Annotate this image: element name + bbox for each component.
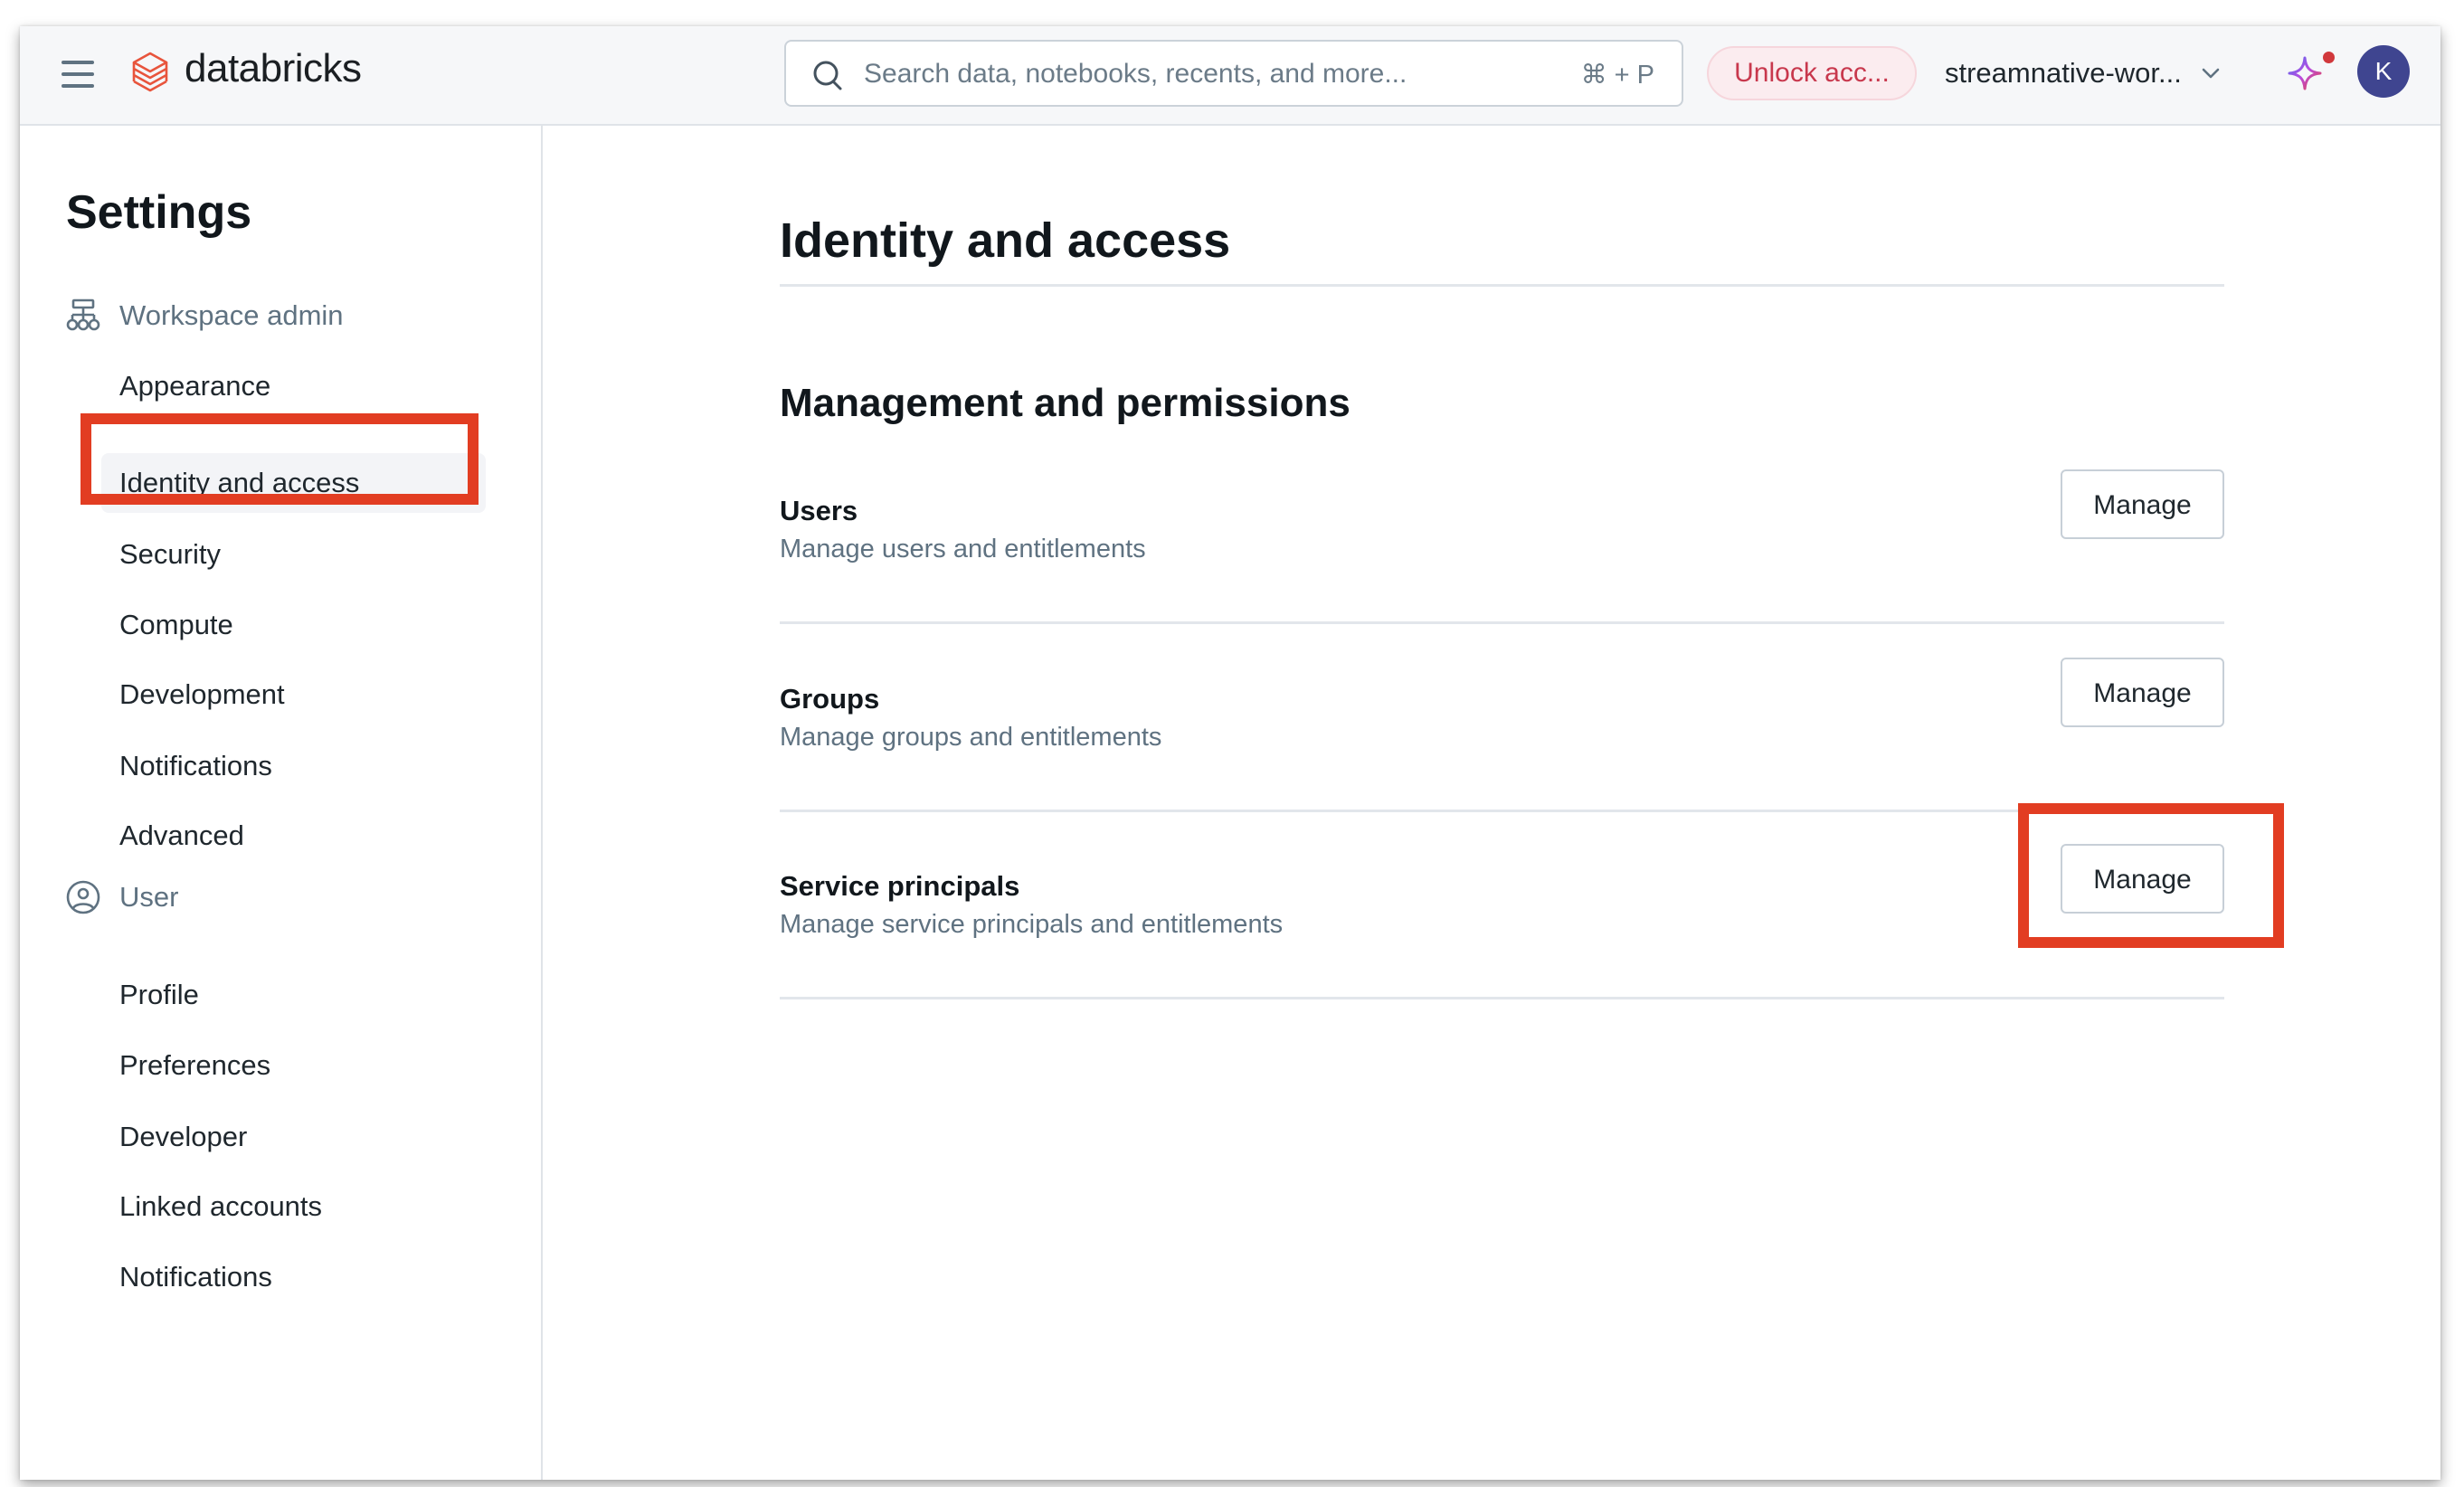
top-bar: databricks Search data, notebooks, recen… [20, 26, 2440, 126]
sidebar-item-user-notifications[interactable]: Notifications [101, 1247, 486, 1307]
settings-title: Settings [66, 186, 252, 239]
sidebar-item-security[interactable]: Security [101, 525, 486, 584]
row-divider [780, 997, 2224, 999]
service-principals-row-description: Manage service principals and entitlemen… [780, 910, 1284, 939]
sidebar-item-identity-and-access[interactable]: Identity and access [101, 453, 486, 513]
user-avatar[interactable]: K [2357, 45, 2410, 98]
workspace-name: streamnative-wor... [1945, 57, 2182, 89]
user-circle-icon [66, 880, 100, 914]
manage-groups-button[interactable]: Manage [2061, 658, 2224, 727]
sidebar-item-developer[interactable]: Developer [101, 1107, 486, 1167]
search-placeholder: Search data, notebooks, recents, and mor… [864, 59, 1407, 89]
workspace-switcher[interactable]: streamnative-wor... [1945, 46, 2220, 100]
main-content: Identity and access Management and permi… [543, 126, 2440, 1480]
section-workspace-admin: Workspace admin [65, 296, 344, 336]
assistant-sparkle-icon[interactable] [2287, 55, 2323, 91]
row-divider [780, 810, 2224, 812]
sidebar-item-workspace-notifications[interactable]: Notifications [101, 736, 486, 796]
service-principals-row-title: Service principals [780, 870, 1020, 902]
sidebar-item-linked-accounts[interactable]: Linked accounts [101, 1177, 486, 1236]
manage-users-button[interactable]: Manage [2061, 469, 2224, 539]
manage-service-principals-button[interactable]: Manage [2061, 844, 2224, 914]
databricks-logo-icon [132, 52, 168, 92]
section-title: Management and permissions [780, 381, 1350, 425]
workspace-admin-hierarchy-icon [66, 298, 100, 331]
unlock-access-button[interactable]: Unlock acc... [1707, 46, 1917, 100]
groups-row-description: Manage groups and entitlements [780, 723, 1162, 752]
search-icon [813, 61, 842, 90]
section-label: User [119, 881, 179, 913]
section-user: User [65, 877, 178, 917]
sidebar-item-profile[interactable]: Profile [101, 965, 486, 1025]
section-label: Workspace admin [119, 299, 344, 331]
notification-dot [2323, 52, 2335, 63]
browser-window: databricks Search data, notebooks, recen… [20, 26, 2440, 1480]
sidebar-item-advanced[interactable]: Advanced [101, 806, 486, 866]
groups-row-title: Groups [780, 683, 880, 715]
settings-sidebar: Settings Workspace admin Appearance Iden… [20, 126, 543, 1480]
users-row-title: Users [780, 495, 858, 526]
sidebar-item-preferences[interactable]: Preferences [101, 1036, 486, 1095]
search-shortcut-hint: ⌘ + P [1580, 61, 1654, 90]
sidebar-item-compute[interactable]: Compute [101, 595, 486, 655]
search-input[interactable]: Search data, notebooks, recents, and mor… [784, 40, 1683, 107]
chevron-down-icon [2202, 68, 2220, 79]
brand-name[interactable]: databricks [185, 46, 362, 91]
users-row-description: Manage users and entitlements [780, 535, 1146, 564]
hamburger-menu-icon[interactable] [62, 61, 94, 88]
title-divider [780, 284, 2224, 287]
sidebar-item-development[interactable]: Development [101, 665, 486, 725]
row-divider [780, 621, 2224, 624]
page-title: Identity and access [780, 213, 1231, 268]
sidebar-item-appearance[interactable]: Appearance [101, 356, 486, 416]
